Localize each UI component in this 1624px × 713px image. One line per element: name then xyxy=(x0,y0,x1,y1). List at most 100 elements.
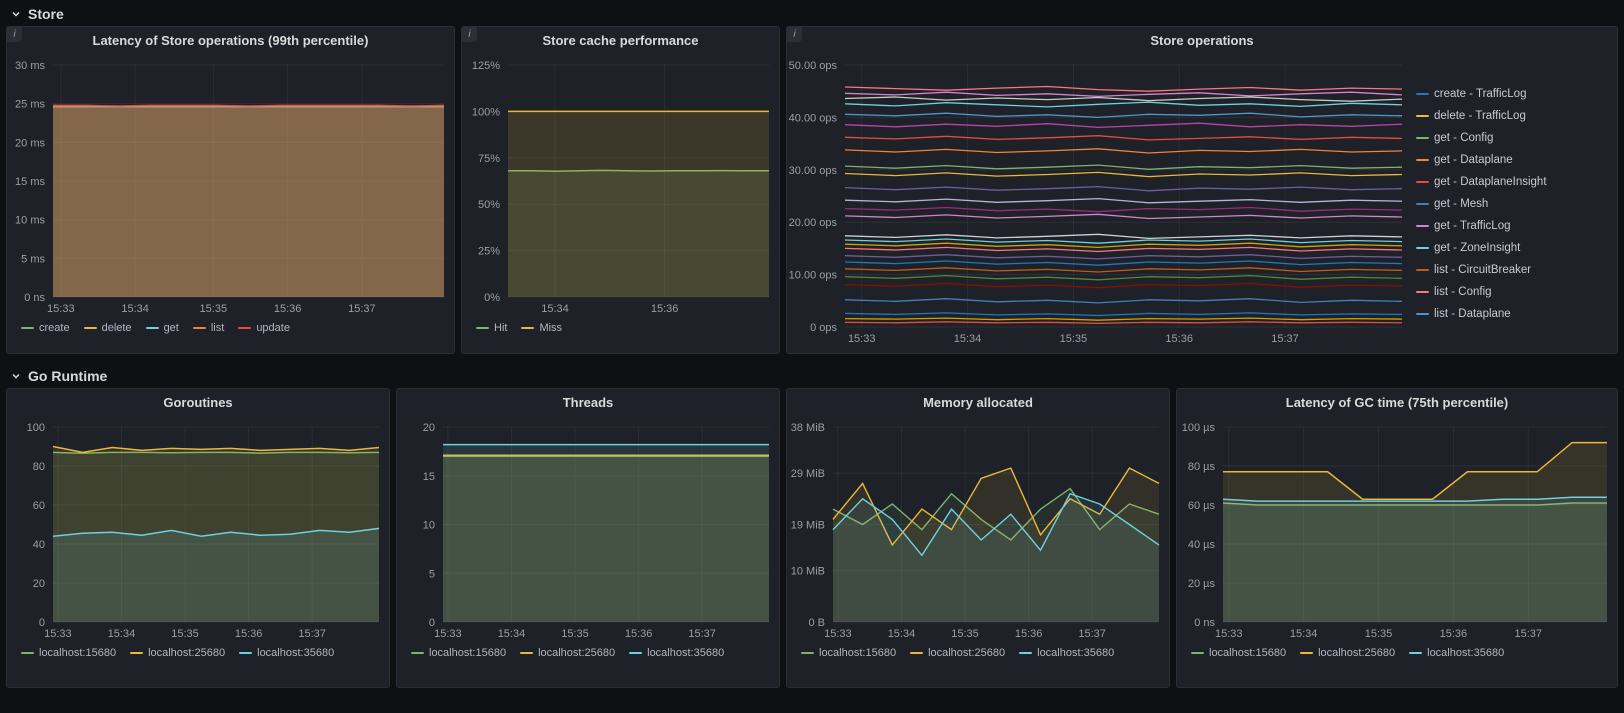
legend-item[interactable]: localhost:25680 xyxy=(130,647,225,659)
panel-title: Latency of GC time (75th percentile) xyxy=(1285,395,1509,410)
legend-item[interactable]: localhost:35680 xyxy=(1409,647,1504,659)
x-tick-label: 15:33 xyxy=(44,628,72,640)
x-tick-label: 15:33 xyxy=(848,333,876,345)
x-tick-label: 15:35 xyxy=(200,303,228,315)
y-tick-label: 5 xyxy=(429,568,435,580)
info-icon[interactable]: i xyxy=(7,27,22,42)
panel-title: Threads xyxy=(562,395,614,410)
x-tick-label: 15:34 xyxy=(108,628,136,640)
legend-item[interactable]: create xyxy=(21,322,70,334)
memory-allocated-chart: 15:33 15:34 15:35 15:36 15:37 0 B 10 MiB 19 MiB… xyxy=(787,417,1169,642)
x-tick-label: 15:36 xyxy=(651,303,679,315)
legend: create delete get list update xyxy=(7,317,454,339)
legend-item[interactable]: localhost:25680 xyxy=(910,647,1005,659)
x-tick-label: 15:33 xyxy=(47,303,75,315)
y-tick-label: 38 MiB xyxy=(791,422,825,434)
legend-item[interactable]: get - Config xyxy=(1416,132,1607,144)
legend-item[interactable]: localhost:15680 xyxy=(21,647,116,659)
series-line xyxy=(844,267,1403,273)
x-tick-label: 15:35 xyxy=(1365,628,1393,640)
panel-store-cache-performance: i Store cache performance 15:34 15:36 0% 25… xyxy=(461,26,780,354)
panel-title: Latency of Store operations (99th percen… xyxy=(92,33,369,48)
store-operations-chart: 15:33 15:34 15:35 15:36 15:37 0 ops 10.00 ops 2… xyxy=(787,55,1412,347)
section-header-store[interactable]: Store xyxy=(0,0,1624,26)
legend-item[interactable]: get - ZoneInsight xyxy=(1416,242,1607,254)
legend-item[interactable]: localhost:25680 xyxy=(520,647,615,659)
legend-item[interactable]: get - Dataplane xyxy=(1416,154,1607,166)
legend-color-marker xyxy=(1300,652,1314,654)
legend: Hit Miss xyxy=(462,317,779,339)
y-tick-label: 19 MiB xyxy=(791,520,825,532)
y-tick-label: 100% xyxy=(472,106,500,118)
legend-item[interactable]: get - TrafficLog xyxy=(1416,220,1607,232)
legend-item[interactable]: create - TrafficLog xyxy=(1416,88,1607,100)
legend-item[interactable]: get - Mesh xyxy=(1416,198,1607,210)
legend-item[interactable]: get xyxy=(145,322,179,334)
info-icon[interactable]: i xyxy=(462,27,477,42)
legend-color-marker xyxy=(1416,225,1429,227)
y-tick-label: 100 µs xyxy=(1182,422,1216,434)
chart-canvas: 15:33 15:34 15:35 15:36 15:37 0 5 10 15 20 xyxy=(423,422,769,640)
chevron-down-icon xyxy=(10,8,22,20)
x-tick-label: 15:35 xyxy=(951,628,979,640)
y-tick-label: 10 MiB xyxy=(791,566,825,578)
chart-canvas: 15:33 15:34 15:35 15:36 15:37 0 B 10 MiB 19 MiB… xyxy=(791,422,1160,640)
panel-goroutines: Goroutines 15:33 15:34 15:35 15:36 15:37 0 20 4… xyxy=(6,388,390,688)
y-tick-label: 0% xyxy=(484,292,500,304)
legend-item[interactable]: localhost:15680 xyxy=(801,647,896,659)
legend-color-marker xyxy=(145,327,159,329)
goroutines-chart: 15:33 15:34 15:35 15:36 15:37 0 20 40 60 80 100 xyxy=(7,417,389,642)
latency-store-chart: 15:33 15:34 15:35 15:36 15:37 0 ns 5 ms 10 ms 15… xyxy=(7,55,454,317)
x-tick-label: 15:34 xyxy=(954,333,982,345)
series-line xyxy=(844,96,1403,102)
legend-item[interactable]: localhost:25680 xyxy=(1300,647,1395,659)
legend-item[interactable]: delete - TrafficLog xyxy=(1416,110,1607,122)
legend-item[interactable]: list - Dataplane xyxy=(1416,308,1607,320)
store-panel-row: i Latency of Store operations (99th perc… xyxy=(0,26,1624,354)
legend-label: create - TrafficLog xyxy=(1434,88,1527,100)
legend-item[interactable]: list xyxy=(192,322,224,334)
chart-canvas: 15:33 15:34 15:35 15:36 15:37 0 ns 5 ms 10 ms 15… xyxy=(15,60,445,315)
legend-item[interactable]: list - Config xyxy=(1416,286,1607,298)
panel-store-operations: i Store operations 15:33 15:34 15:35 15:36 1… xyxy=(786,26,1618,354)
legend-item[interactable]: update xyxy=(238,322,290,334)
series-line xyxy=(844,246,1403,253)
y-tick-label: 0 xyxy=(429,617,435,629)
legend-label: get - Mesh xyxy=(1434,198,1489,210)
series-line xyxy=(844,91,1403,98)
legend-item[interactable]: get - DataplaneInsight xyxy=(1416,176,1607,188)
x-tick-label: 15:33 xyxy=(824,628,852,640)
section-title: Store xyxy=(28,6,64,22)
legend-label: get - ZoneInsight xyxy=(1434,242,1521,254)
legend-item[interactable]: Hit xyxy=(476,322,507,334)
legend-item[interactable]: Miss xyxy=(521,322,562,334)
legend-label: delete xyxy=(101,322,132,334)
legend-label: get - Config xyxy=(1434,132,1494,144)
legend-item[interactable]: localhost:35680 xyxy=(239,647,334,659)
legend-label: localhost:15680 xyxy=(429,647,507,659)
info-icon[interactable]: i xyxy=(787,27,802,42)
legend-item[interactable]: list - CircuitBreaker xyxy=(1416,264,1607,276)
legend-color-marker xyxy=(1416,203,1429,205)
legend-item[interactable]: localhost:15680 xyxy=(1191,647,1286,659)
legend-label: delete - TrafficLog xyxy=(1434,110,1526,122)
y-tick-label: 0 ops xyxy=(810,322,837,334)
y-tick-label: 125% xyxy=(472,60,500,72)
legend-color-marker xyxy=(1019,652,1033,654)
chart-canvas: 15:33 15:34 15:35 15:36 15:37 0 ns 20 µs 40 µs 6… xyxy=(1182,422,1607,640)
legend-label: localhost:35680 xyxy=(257,647,335,659)
legend-item[interactable]: localhost:35680 xyxy=(629,647,724,659)
y-tick-label: 20 µs xyxy=(1188,578,1216,590)
x-tick-label: 15:36 xyxy=(1165,333,1193,345)
legend-item[interactable]: localhost:15680 xyxy=(411,647,506,659)
series-fill xyxy=(1223,497,1607,622)
legend-item[interactable]: localhost:35680 xyxy=(1019,647,1114,659)
y-tick-label: 60 xyxy=(33,500,45,512)
y-tick-label: 10 xyxy=(423,520,435,532)
section-header-go-runtime[interactable]: Go Runtime xyxy=(0,362,1624,388)
legend-color-marker xyxy=(1416,247,1429,249)
legend-item[interactable]: delete xyxy=(83,322,132,334)
y-tick-label: 100 xyxy=(27,422,45,434)
series-line xyxy=(844,112,1403,119)
legend-label: localhost:15680 xyxy=(1209,647,1287,659)
